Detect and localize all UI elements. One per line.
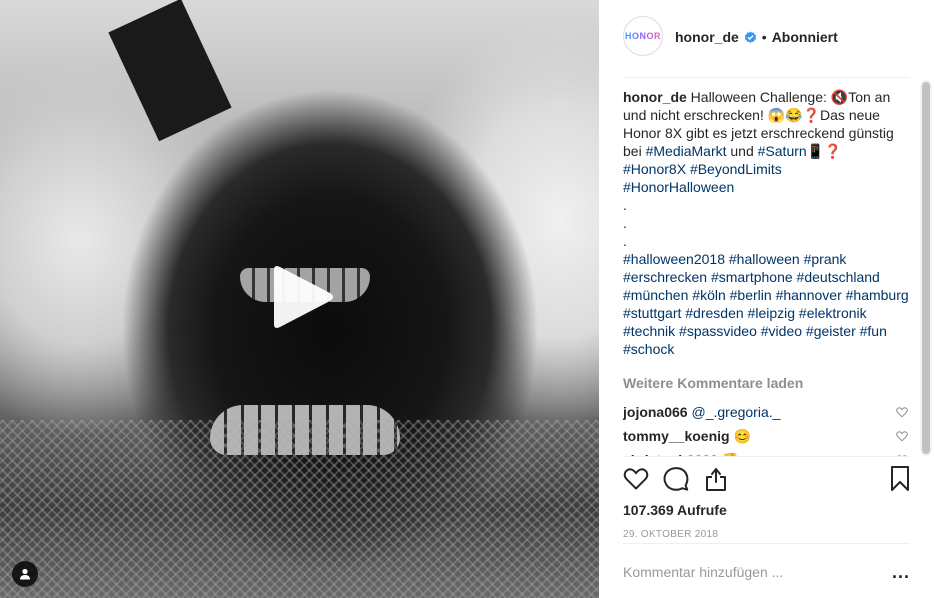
caption-emoji: 📱❓ xyxy=(806,143,842,159)
hashtag-link[interactable]: #halloween xyxy=(729,251,800,267)
caption: honor_de Halloween Challenge: 🔇Ton an un… xyxy=(623,88,910,358)
comments-list[interactable]: honor_de Halloween Challenge: 🔇Ton an un… xyxy=(623,88,910,456)
comment-row: christoph8832 👎 xyxy=(623,448,910,456)
post-date[interactable]: 29. OKTOBER 2018 xyxy=(623,529,910,540)
video-frame-shadow xyxy=(108,0,232,142)
comment-row: jojona066 @_.gregoria._ xyxy=(623,400,910,424)
comment-text[interactable]: @_.gregoria._ xyxy=(691,404,780,420)
caption-dot: . xyxy=(623,197,627,213)
comment-like-heart-icon[interactable] xyxy=(896,430,908,442)
comment-like-heart-icon[interactable] xyxy=(896,406,908,418)
hashtag-link[interactable]: #Honor8X xyxy=(623,161,686,177)
hashtag-link[interactable]: #Saturn xyxy=(758,143,807,159)
comment-text: 😊 xyxy=(733,428,751,444)
caption-author[interactable]: honor_de xyxy=(623,89,687,105)
bookmark-icon[interactable] xyxy=(890,466,910,492)
caption-dot: . xyxy=(623,215,627,231)
hashtag-link[interactable]: #dresden xyxy=(685,305,743,321)
video-frame-mesh xyxy=(0,420,599,598)
hashtag-link[interactable]: #prank xyxy=(804,251,847,267)
hashtag-link[interactable]: #halloween2018 xyxy=(623,251,725,267)
share-icon[interactable] xyxy=(703,466,729,492)
avatar-logo-text: HONOR xyxy=(625,31,661,41)
tagged-users-button[interactable] xyxy=(12,561,38,587)
hashtag-link[interactable]: #hannover xyxy=(776,287,842,303)
scrollbar-thumb[interactable] xyxy=(922,82,930,454)
comment-icon[interactable] xyxy=(663,466,689,492)
user-icon xyxy=(20,568,30,580)
hashtag-link[interactable]: #münchen xyxy=(623,287,688,303)
hashtag-link[interactable]: #elektronik xyxy=(799,305,867,321)
follow-status-button[interactable]: Abonniert xyxy=(772,29,838,45)
hashtag-link[interactable]: #berlin xyxy=(730,287,772,303)
hashtag-link[interactable]: #stuttgart xyxy=(623,305,681,321)
hashtag-link[interactable]: #hamburg xyxy=(846,287,909,303)
hashtag-link[interactable]: #smartphone xyxy=(711,269,793,285)
hashtag-link[interactable]: #HonorHalloween xyxy=(623,179,734,195)
add-comment-bar: ... xyxy=(623,543,910,598)
post-actions: 107.369 Aufrufe 29. OKTOBER 2018 xyxy=(623,456,910,540)
header-info: honor_de • Abonniert xyxy=(675,29,838,45)
hashtag-link[interactable]: #schock xyxy=(623,341,674,357)
comment-username[interactable]: tommy__koenig xyxy=(623,428,730,444)
load-more-comments-button[interactable]: Weitere Kommentare laden xyxy=(623,374,910,392)
post-video[interactable] xyxy=(0,0,599,598)
comment-input[interactable] xyxy=(623,563,863,580)
caption-dot: . xyxy=(623,233,627,249)
hashtag-link[interactable]: #video xyxy=(761,323,802,339)
hashtag-link[interactable]: #fun xyxy=(860,323,887,339)
comments-scrollbar[interactable] xyxy=(920,80,932,456)
view-count[interactable]: 107.369 Aufrufe xyxy=(623,501,910,519)
caption-text-und: und xyxy=(730,143,754,159)
hashtag-link[interactable]: #spassvideo xyxy=(679,323,757,339)
hashtag-link[interactable]: #BeyondLimits xyxy=(690,161,782,177)
comment-username[interactable]: jojona066 xyxy=(623,404,688,420)
hashtag-link[interactable]: #köln xyxy=(692,287,725,303)
hashtag-link[interactable]: #leipzig xyxy=(748,305,795,321)
hashtag-link[interactable]: #deutschland xyxy=(797,269,880,285)
play-icon xyxy=(274,266,333,328)
hashtag-link[interactable]: #technik xyxy=(623,323,675,339)
heart-icon[interactable] xyxy=(623,466,649,492)
play-button[interactable] xyxy=(268,262,338,332)
post-side-panel: HONOR honor_de • Abonniert honor_de Hall… xyxy=(599,0,934,598)
header-separator: • xyxy=(761,29,767,45)
post-header: HONOR honor_de • Abonniert xyxy=(623,16,910,78)
verified-badge-icon xyxy=(744,30,756,43)
comment-row: tommy__koenig 😊 xyxy=(623,424,910,448)
account-username[interactable]: honor_de xyxy=(675,29,739,45)
more-options-button[interactable]: ... xyxy=(892,563,910,581)
action-icons-row xyxy=(623,457,910,501)
avatar[interactable]: HONOR xyxy=(623,16,663,56)
hashtag-link[interactable]: #geister xyxy=(806,323,856,339)
hashtag-link[interactable]: #MediaMarkt xyxy=(646,143,727,159)
hashtag-link[interactable]: #erschrecken xyxy=(623,269,707,285)
